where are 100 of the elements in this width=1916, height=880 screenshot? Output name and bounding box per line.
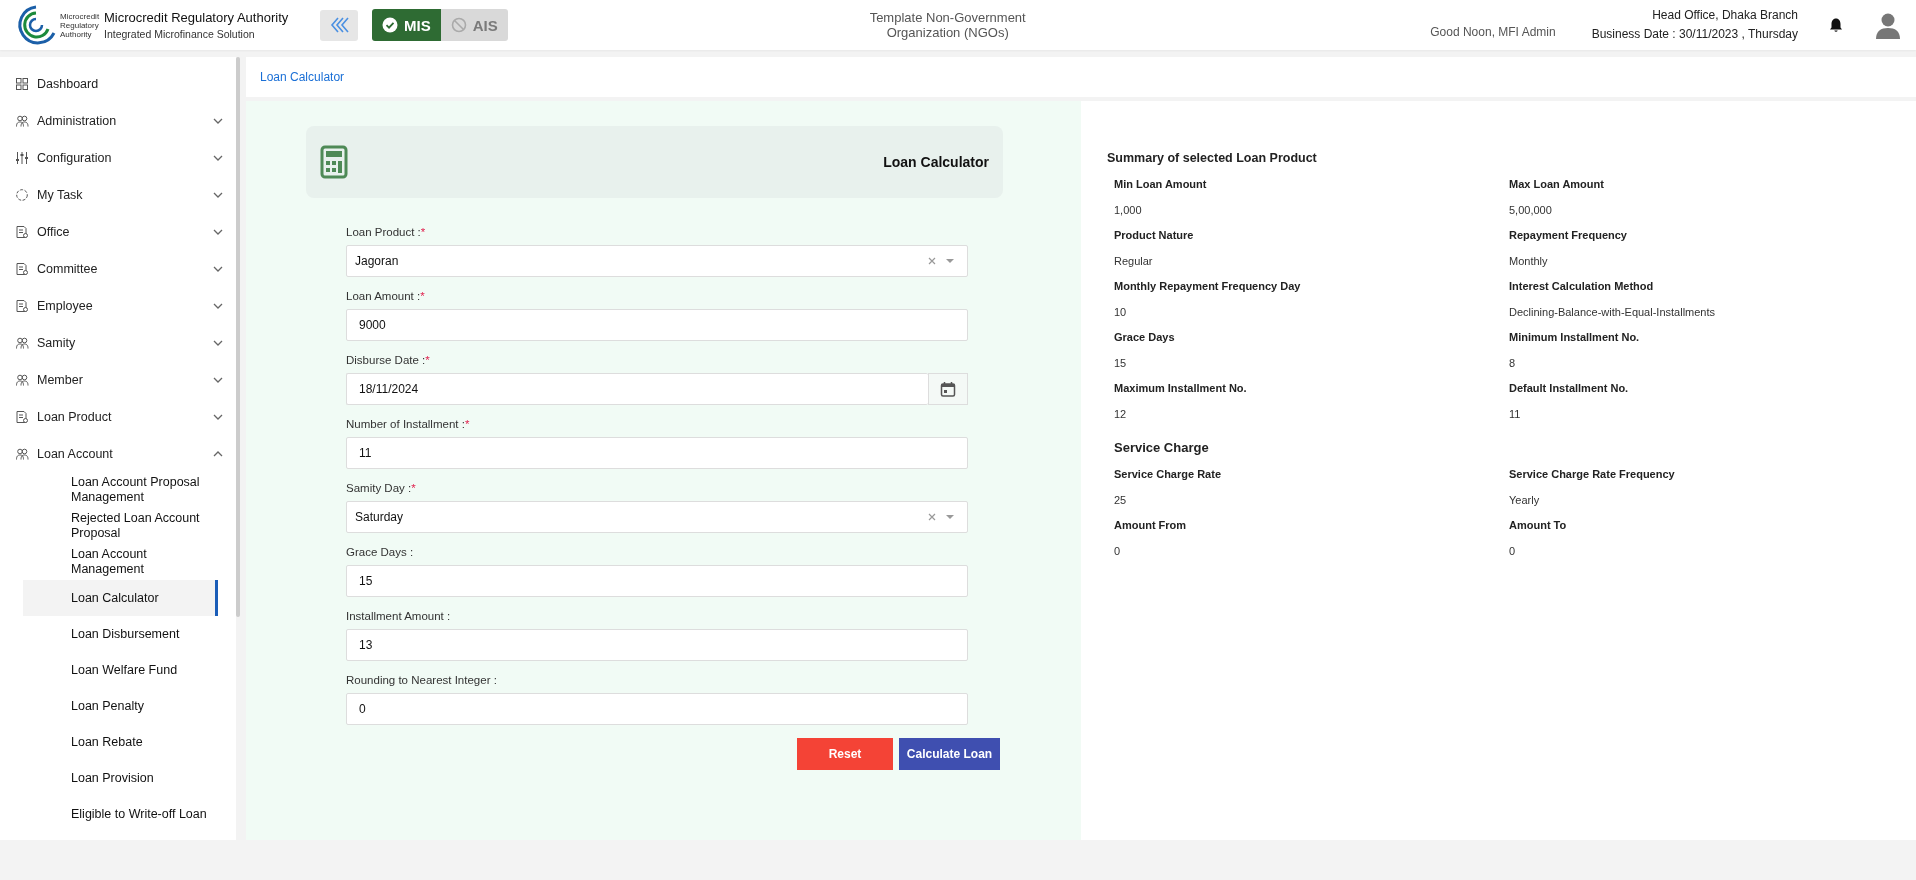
user-avatar-button[interactable]: [1874, 11, 1902, 39]
summary-value: 0: [1509, 543, 1517, 559]
summary-label: Monthly Repayment Frequency Day: [1114, 279, 1302, 294]
nav-item[interactable]: Configuration: [0, 139, 236, 176]
user-silhouette-icon: [1874, 11, 1902, 39]
field-label: Number of Installment :*: [346, 418, 471, 430]
logo-text: Authority: [60, 29, 92, 39]
field-label: Grace Days :: [346, 546, 415, 558]
sliders-icon: [15, 150, 29, 165]
people-icon: [15, 335, 29, 350]
logo-text: Microcredit: [60, 11, 100, 21]
summary-value: Yearly: [1509, 492, 1541, 508]
nav-item[interactable]: Member: [0, 361, 236, 398]
date-field[interactable]: 18/11/2024: [346, 373, 928, 405]
summary-label: Amount From: [1114, 518, 1188, 533]
input-field[interactable]: 9000: [346, 309, 968, 341]
check-circle-icon: [382, 17, 398, 33]
summary-label: Max Loan Amount: [1509, 177, 1605, 192]
card-title: Loan Calculator: [883, 154, 989, 170]
dropdown-caret-icon: [945, 514, 955, 520]
summary-value: 0: [1114, 543, 1122, 559]
dotted-circle-icon: [15, 187, 29, 202]
field-label: Rounding to Nearest Integer :: [346, 674, 498, 686]
nav-subitem[interactable]: Rejected Loan Account Proposal: [23, 508, 218, 544]
nav-item[interactable]: Dashboard: [0, 65, 236, 102]
nav-item[interactable]: Samity: [0, 324, 236, 361]
nav-subitem[interactable]: Loan Disbursement: [23, 616, 218, 652]
notifications-button[interactable]: [1828, 17, 1844, 33]
dropdown-caret-icon: [945, 258, 955, 264]
summary-value: 25: [1114, 492, 1128, 508]
people-icon: [15, 446, 29, 461]
section-title: Service Charge: [1113, 440, 1210, 455]
input-field[interactable]: 13: [346, 629, 968, 661]
summary-label: Interest Calculation Method: [1509, 279, 1655, 294]
input-field[interactable]: 0: [346, 693, 968, 725]
nav-item[interactable]: Committee: [0, 250, 236, 287]
nav-item[interactable]: Administration: [0, 102, 236, 139]
nav-subitem[interactable]: Loan Account Management: [23, 544, 218, 580]
summary-value: 11: [1509, 406, 1522, 422]
breadcrumb-link[interactable]: Loan Calculator: [260, 70, 345, 84]
org-subtitle: Integrated Microfinance Solution: [104, 28, 256, 40]
select-field[interactable]: Jagoran: [346, 245, 968, 277]
summary-value: 8: [1509, 355, 1517, 371]
bell-icon: [1828, 17, 1844, 33]
collapse-sidebar-button[interactable]: [320, 9, 358, 41]
summary-label: Maximum Installment No.: [1114, 381, 1248, 396]
summary-value: 5,00,000: [1509, 202, 1553, 218]
field-label: Installment Amount :: [346, 610, 452, 622]
field-label: Disburse Date :*: [346, 354, 431, 366]
summary-value: 1,000: [1114, 202, 1143, 218]
blocked-icon: [450, 17, 467, 33]
reset-button[interactable]: Reset: [797, 738, 893, 770]
summary-label: Amount To: [1509, 518, 1568, 533]
summary-title: Summary of selected Loan Product: [1107, 151, 1318, 165]
nav-item[interactable]: My Task: [0, 176, 236, 213]
nav-subitem[interactable]: Loan Welfare Fund: [23, 652, 218, 688]
nav-item[interactable]: Employee: [0, 287, 236, 324]
summary-label: Default Installment No.: [1509, 381, 1630, 396]
calendar-icon: [940, 381, 956, 397]
clear-icon: [927, 512, 937, 522]
field-label: Samity Day :*: [346, 482, 417, 494]
business-date: Business Date : 30/11/2023 , Thursday: [1591, 26, 1798, 43]
nav-subitem[interactable]: Loan Calculator: [23, 580, 218, 616]
summary-label: Min Loan Amount: [1114, 177, 1208, 192]
organization-name: Template Non-Government Organization (NGOs): [868, 10, 1027, 40]
summary-label: Service Charge Rate: [1114, 467, 1222, 482]
nav-subitem[interactable]: Loan Provision: [23, 760, 218, 796]
summary-label: Repayment Frequency: [1509, 228, 1628, 243]
input-field[interactable]: 15: [346, 565, 968, 597]
grid-icon: [15, 76, 29, 91]
double-chevron-left-icon: [328, 15, 350, 35]
summary-value: Declining-Balance-with-Equal-Installments: [1509, 304, 1717, 320]
people-icon: [15, 113, 29, 128]
document-icon: [15, 261, 29, 276]
nav-subitem[interactable]: Loan Penalty: [23, 688, 218, 724]
summary-value: 10: [1114, 304, 1128, 320]
branch-name: Head Office, Dhaka Branch: [1651, 7, 1798, 24]
nav-subitem[interactable]: Loan Account Proposal Management: [23, 472, 218, 508]
summary-value: 15: [1114, 355, 1128, 371]
document-icon: [15, 224, 29, 239]
calculate-button[interactable]: Calculate Loan: [899, 738, 1000, 770]
summary-value: Regular: [1114, 253, 1154, 269]
field-label: Loan Amount :*: [346, 290, 426, 302]
calendar-button[interactable]: [928, 373, 968, 405]
people-icon: [15, 372, 29, 387]
select-field[interactable]: Saturday: [346, 501, 968, 533]
nav-item[interactable]: Office: [0, 213, 236, 250]
nav-subitem[interactable]: Loan Rebate: [23, 724, 218, 760]
module-toggle[interactable]: MIS: [372, 9, 441, 41]
nav-item[interactable]: Loan Product: [0, 398, 236, 435]
summary-value: 12: [1114, 406, 1128, 422]
logo-text: Regulatory: [60, 20, 100, 30]
summary-label: Grace Days: [1114, 330, 1176, 345]
input-field[interactable]: 11: [346, 437, 968, 469]
field-label: Loan Product :*: [346, 226, 427, 238]
nav-item[interactable]: Loan Account: [0, 435, 236, 472]
summary-label: Service Charge Rate Frequency: [1509, 467, 1676, 482]
summary-label: Product Nature: [1114, 228, 1195, 243]
nav-subitem[interactable]: Eligible to Write-off Loan: [23, 796, 218, 832]
summary-label: Minimum Installment No.: [1509, 330, 1641, 345]
